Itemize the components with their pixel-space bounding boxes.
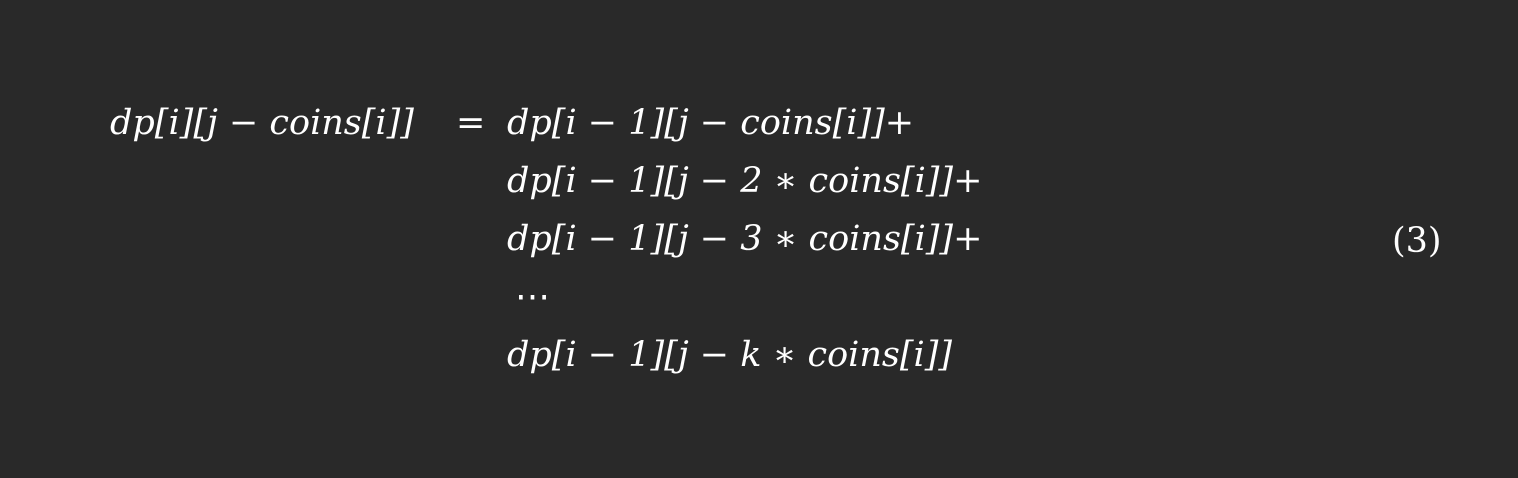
display-equation: dp[i][j − coins[i]] = dp[i − 1][j − coin…: [0, 0, 1518, 478]
rhs-line-ellipsis: ⋯: [515, 277, 554, 317]
rhs-line-3: dp[i − 1][j − 3 ∗ coins[i]]+: [507, 219, 983, 259]
rhs-line-5: dp[i − 1][j − k ∗ coins[i]]: [507, 335, 953, 375]
equals-sign: =: [456, 103, 486, 143]
equation-lhs: dp[i][j − coins[i]]: [110, 103, 414, 143]
rhs-line-2: dp[i − 1][j − 2 ∗ coins[i]]+: [507, 161, 983, 201]
equation-number: (3): [1392, 221, 1442, 261]
rhs-line-1: dp[i − 1][j − coins[i]]+: [507, 103, 915, 143]
equation-rhs: dp[i − 1][j − coins[i]]+ dp[i − 1][j − 2…: [507, 100, 982, 390]
